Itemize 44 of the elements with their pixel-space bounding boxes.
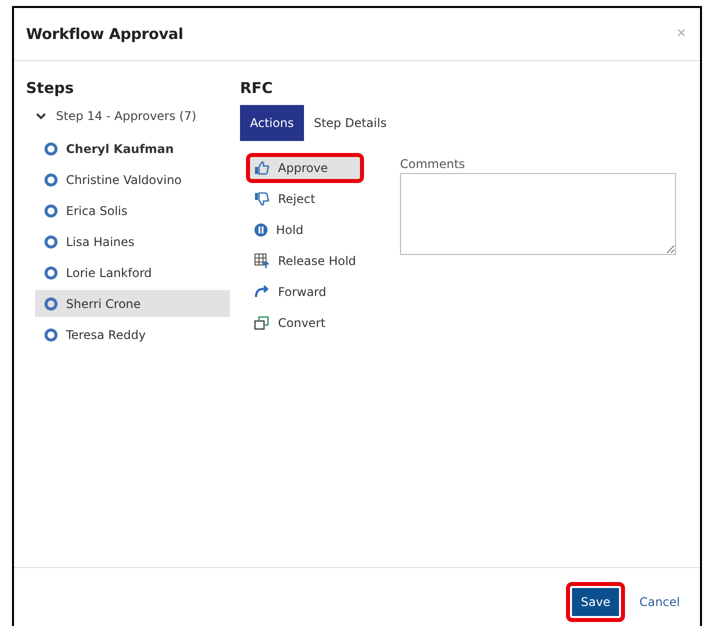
tab[interactable]: Actions	[240, 105, 304, 141]
action-item[interactable]: Convert	[246, 308, 364, 338]
thumbs-down-icon	[254, 192, 270, 206]
dialog-title: Workflow Approval	[26, 25, 184, 43]
redo-arrow-icon	[254, 285, 270, 299]
status-ring-icon	[44, 204, 58, 218]
comments-field[interactable]	[400, 173, 676, 255]
status-ring-icon	[44, 172, 58, 186]
approver-name: Sherri Crone	[66, 296, 141, 310]
approver-item[interactable]: Lorie Lankford	[35, 259, 230, 286]
step-group-toggle[interactable]: Step 14 - Approvers (7)	[26, 105, 230, 127]
action-item[interactable]: Approve	[246, 153, 364, 183]
cancel-link[interactable]: Cancel	[639, 595, 680, 609]
status-ring-icon	[44, 142, 58, 156]
action-item[interactable]: Forward	[246, 277, 364, 307]
pause-icon	[254, 223, 268, 237]
approver-item[interactable]: Cheryl Kaufman	[35, 135, 230, 162]
action-item[interactable]: Release Hold	[246, 246, 370, 276]
grid-arrow-icon	[254, 253, 270, 269]
steps-heading: Steps	[26, 79, 75, 97]
approver-name: Erica Solis	[66, 204, 128, 218]
status-ring-icon	[44, 234, 58, 248]
approver-item[interactable]: Christine Valdovino	[35, 166, 230, 193]
approver-name: Christine Valdovino	[66, 172, 182, 186]
action-item[interactable]: Reject	[246, 184, 364, 214]
approver-item[interactable]: Teresa Reddy	[35, 321, 230, 348]
approver-item[interactable]: Lisa Haines	[35, 228, 230, 255]
action-item[interactable]: Hold	[246, 215, 364, 245]
approver-item[interactable]: Sherri Crone	[35, 290, 230, 317]
approver-name: Lorie Lankford	[66, 266, 152, 280]
status-ring-icon	[44, 296, 58, 310]
chevron-icon	[36, 112, 46, 120]
approver-item[interactable]: Erica Solis	[35, 197, 230, 224]
approver-name: Teresa Reddy	[66, 328, 146, 342]
approver-name: Cheryl Kaufman	[66, 142, 174, 156]
status-ring-icon	[44, 328, 58, 342]
status-ring-icon	[44, 266, 58, 280]
section-heading: RFC	[240, 79, 274, 97]
thumbs-up-icon	[254, 161, 270, 175]
tab[interactable]: Step Details	[304, 105, 397, 141]
approver-name: Lisa Haines	[66, 234, 134, 248]
comments-label: Comments	[400, 157, 466, 171]
windows-icon	[254, 316, 270, 330]
save-button[interactable]: Save	[566, 582, 626, 622]
